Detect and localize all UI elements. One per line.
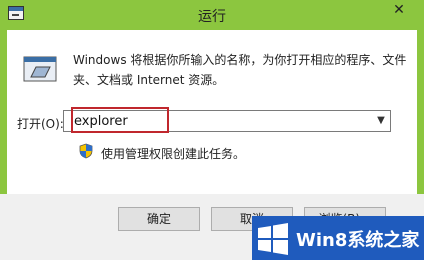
admin-note: 使用管理权限创建此任务。 [101,147,246,161]
open-label: 打开(O): [17,117,64,131]
watermark: Win8系统之家 [252,216,424,260]
window-title: 运行 [198,9,226,25]
dialog-body: Windows 将根据你所输入的名称，为你打开相应的程序、文件夹、文档或 Int… [7,30,417,194]
windows-logo-icon [258,223,288,255]
run-dialog: 运行 ✕ Windows 将根据你所输入的名称，为你打开相应的程序、文件夹、文档… [0,0,424,260]
watermark-text: Win8系统之家 [296,230,420,251]
run-icon [23,56,57,82]
close-button[interactable]: ✕ [380,0,418,20]
chevron-down-icon[interactable]: ▼ [374,113,388,129]
shield-icon [79,143,93,159]
ok-button[interactable]: 确定 [118,207,200,231]
input-highlight-box [71,107,169,133]
button-bar: 确定 取消 浏览(B)... Win8系统之家 [0,194,424,260]
run-description: Windows 将根据你所输入的名称，为你打开相应的程序、文件夹、文档或 Int… [73,53,407,87]
title-bar[interactable]: 运行 ✕ [0,0,424,30]
